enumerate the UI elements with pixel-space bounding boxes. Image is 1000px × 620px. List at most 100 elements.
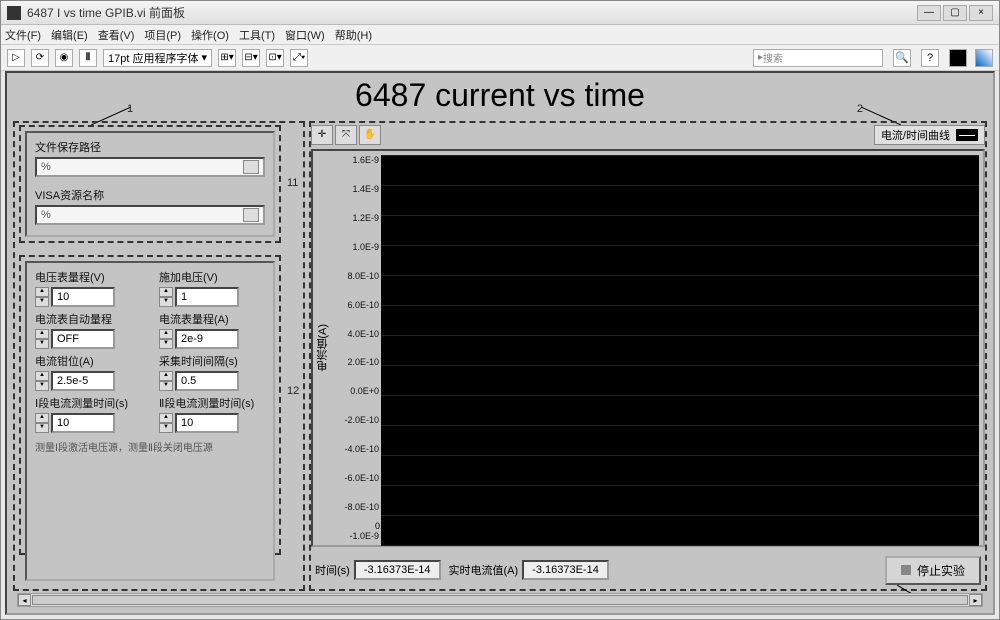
spinner-down-icon[interactable]: ▼ <box>159 423 173 433</box>
param-cell: 电压表量程(V) ▲▼10 <box>35 269 141 307</box>
cursor-tool-icon[interactable]: ✛ <box>311 125 333 145</box>
param-label: 电压表量程(V) <box>35 269 141 285</box>
abort-button[interactable]: ◉ <box>55 49 73 67</box>
spinner-up-icon[interactable]: ▲ <box>35 287 49 297</box>
param-cell: Ⅰ段电流测量时间(s)▲▼10 <box>35 395 141 433</box>
param-cell: Ⅱ段电流测量时间(s)▲▼10 <box>159 395 265 433</box>
file-path-input[interactable]: % <box>35 157 265 177</box>
spinner-down-icon[interactable]: ▼ <box>159 381 173 391</box>
zoom-tool-icon[interactable]: ⤧ <box>335 125 357 145</box>
right-panel: ✛ ⤧ ✋ 电流/时间曲线 电流值(A) 1.6E-91.4E-91.2E-91… <box>311 125 985 585</box>
y-tick: 1.4E-9 <box>335 184 379 194</box>
spinner[interactable]: ▲▼ <box>35 371 49 391</box>
menu-view[interactable]: 查看(V) <box>98 27 135 43</box>
param-control[interactable]: ▲▼1 <box>159 287 265 307</box>
menu-file[interactable]: 文件(F) <box>5 27 41 43</box>
scroll-left-icon[interactable]: ◂ <box>18 594 31 606</box>
spinner-up-icon[interactable]: ▲ <box>159 371 173 381</box>
param-control[interactable]: ▲▼2e-9 <box>159 329 265 349</box>
gridline <box>381 455 979 456</box>
spinner[interactable]: ▲▼ <box>159 413 173 433</box>
palette-swatch-2[interactable] <box>975 49 993 67</box>
search-icon[interactable]: 🔍 <box>893 49 911 67</box>
menu-tools[interactable]: 工具(T) <box>239 27 275 43</box>
spinner-up-icon[interactable]: ▲ <box>35 371 49 381</box>
param-value[interactable]: 2.5e-5 <box>51 371 115 391</box>
spinner-up-icon[interactable]: ▲ <box>159 329 173 339</box>
param-control[interactable]: ▲▼0.5 <box>159 371 265 391</box>
distribute-button[interactable]: ⊟▾ <box>242 49 260 67</box>
visa-resource-input[interactable]: % <box>35 205 265 225</box>
spinner[interactable]: ▲▼ <box>35 287 49 307</box>
param-value[interactable]: 1 <box>175 287 239 307</box>
param-control[interactable]: ▲▼10 <box>35 413 141 433</box>
browse-icon[interactable] <box>243 160 259 174</box>
visa-dropdown-icon[interactable] <box>243 208 259 222</box>
param-value[interactable]: OFF <box>51 329 115 349</box>
param-value[interactable]: 10 <box>51 287 115 307</box>
spinner-up-icon[interactable]: ▲ <box>159 413 173 423</box>
resize-button[interactable]: ⊡▾ <box>266 49 284 67</box>
page-title: 6487 current vs time <box>7 77 993 114</box>
menu-window[interactable]: 窗口(W) <box>285 27 325 43</box>
horizontal-scrollbar[interactable]: ◂ ▸ <box>17 593 983 607</box>
minimize-button[interactable]: — <box>917 5 941 21</box>
y-tick: 1.0E-9 <box>335 242 379 252</box>
scroll-thumb[interactable] <box>32 595 968 605</box>
spinner-down-icon[interactable]: ▼ <box>159 339 173 349</box>
param-value[interactable]: 10 <box>51 413 115 433</box>
help-button[interactable]: ? <box>921 49 939 67</box>
menu-help[interactable]: 帮助(H) <box>335 27 372 43</box>
y-tick: -8.0E-10 <box>335 502 379 512</box>
spinner[interactable]: ▲▼ <box>159 329 173 349</box>
pan-tool-icon[interactable]: ✋ <box>359 125 381 145</box>
font-selector[interactable]: 17pt 应用程序字体 ▾ <box>103 49 212 67</box>
plot-area[interactable] <box>381 155 979 545</box>
param-control[interactable]: ▲▼2.5e-5 <box>35 371 141 391</box>
stop-button[interactable]: 停止实验 <box>885 556 981 585</box>
file-path-label: 文件保存路径 <box>35 139 265 155</box>
spinner-up-icon[interactable]: ▲ <box>35 329 49 339</box>
time-readout: 时间(s) -3.16373E-14 <box>315 560 441 580</box>
menu-project[interactable]: 项目(P) <box>144 27 181 43</box>
spinner-up-icon[interactable]: ▲ <box>159 287 173 297</box>
plot-legend[interactable]: 电流/时间曲线 <box>874 125 985 145</box>
xy-plot[interactable]: 电流值(A) 1.6E-91.4E-91.2E-91.0E-98.0E-106.… <box>311 149 985 547</box>
time-readout-label: 时间(s) <box>315 562 350 578</box>
spinner-down-icon[interactable]: ▼ <box>35 339 49 349</box>
param-cell: 采集时间间隔(s)▲▼0.5 <box>159 353 265 391</box>
spinner-down-icon[interactable]: ▼ <box>159 297 173 307</box>
spinner[interactable]: ▲▼ <box>159 287 173 307</box>
param-control[interactable]: ▲▼10 <box>35 287 141 307</box>
param-value[interactable]: 2e-9 <box>175 329 239 349</box>
spinner[interactable]: ▲▼ <box>159 371 173 391</box>
spinner-down-icon[interactable]: ▼ <box>35 297 49 307</box>
spinner-down-icon[interactable]: ▼ <box>35 423 49 433</box>
menu-operate[interactable]: 操作(O) <box>191 27 229 43</box>
palette-swatch-1[interactable] <box>949 49 967 67</box>
spinner[interactable]: ▲▼ <box>35 329 49 349</box>
spinner-up-icon[interactable]: ▲ <box>35 413 49 423</box>
file-path-value: % <box>41 161 51 173</box>
param-value[interactable]: 10 <box>175 413 239 433</box>
param-control[interactable]: ▲▼OFF <box>35 329 141 349</box>
pause-button[interactable]: Ⅱ <box>79 49 97 67</box>
spinner[interactable]: ▲▼ <box>35 413 49 433</box>
scroll-right-icon[interactable]: ▸ <box>969 594 982 606</box>
visa-label: VISA资源名称 <box>35 187 265 203</box>
spinner-down-icon[interactable]: ▼ <box>35 381 49 391</box>
search-input[interactable]: ▸ 搜索 <box>753 49 883 67</box>
param-value[interactable]: 0.5 <box>175 371 239 391</box>
param-label: 电流表量程(A) <box>159 311 265 327</box>
y-tick: -4.0E-10 <box>335 444 379 454</box>
maximize-button[interactable]: ▢ <box>943 5 967 21</box>
reorder-button[interactable]: ⤢▾ <box>290 49 308 67</box>
close-button[interactable]: × <box>969 5 993 21</box>
run-continuous-button[interactable]: ⟳ <box>31 49 49 67</box>
gridline <box>381 365 979 366</box>
align-button[interactable]: ⊞▾ <box>218 49 236 67</box>
legend-swatch <box>956 129 978 141</box>
param-control[interactable]: ▲▼10 <box>159 413 265 433</box>
run-button[interactable]: ▷ <box>7 49 25 67</box>
menu-edit[interactable]: 编辑(E) <box>51 27 88 43</box>
